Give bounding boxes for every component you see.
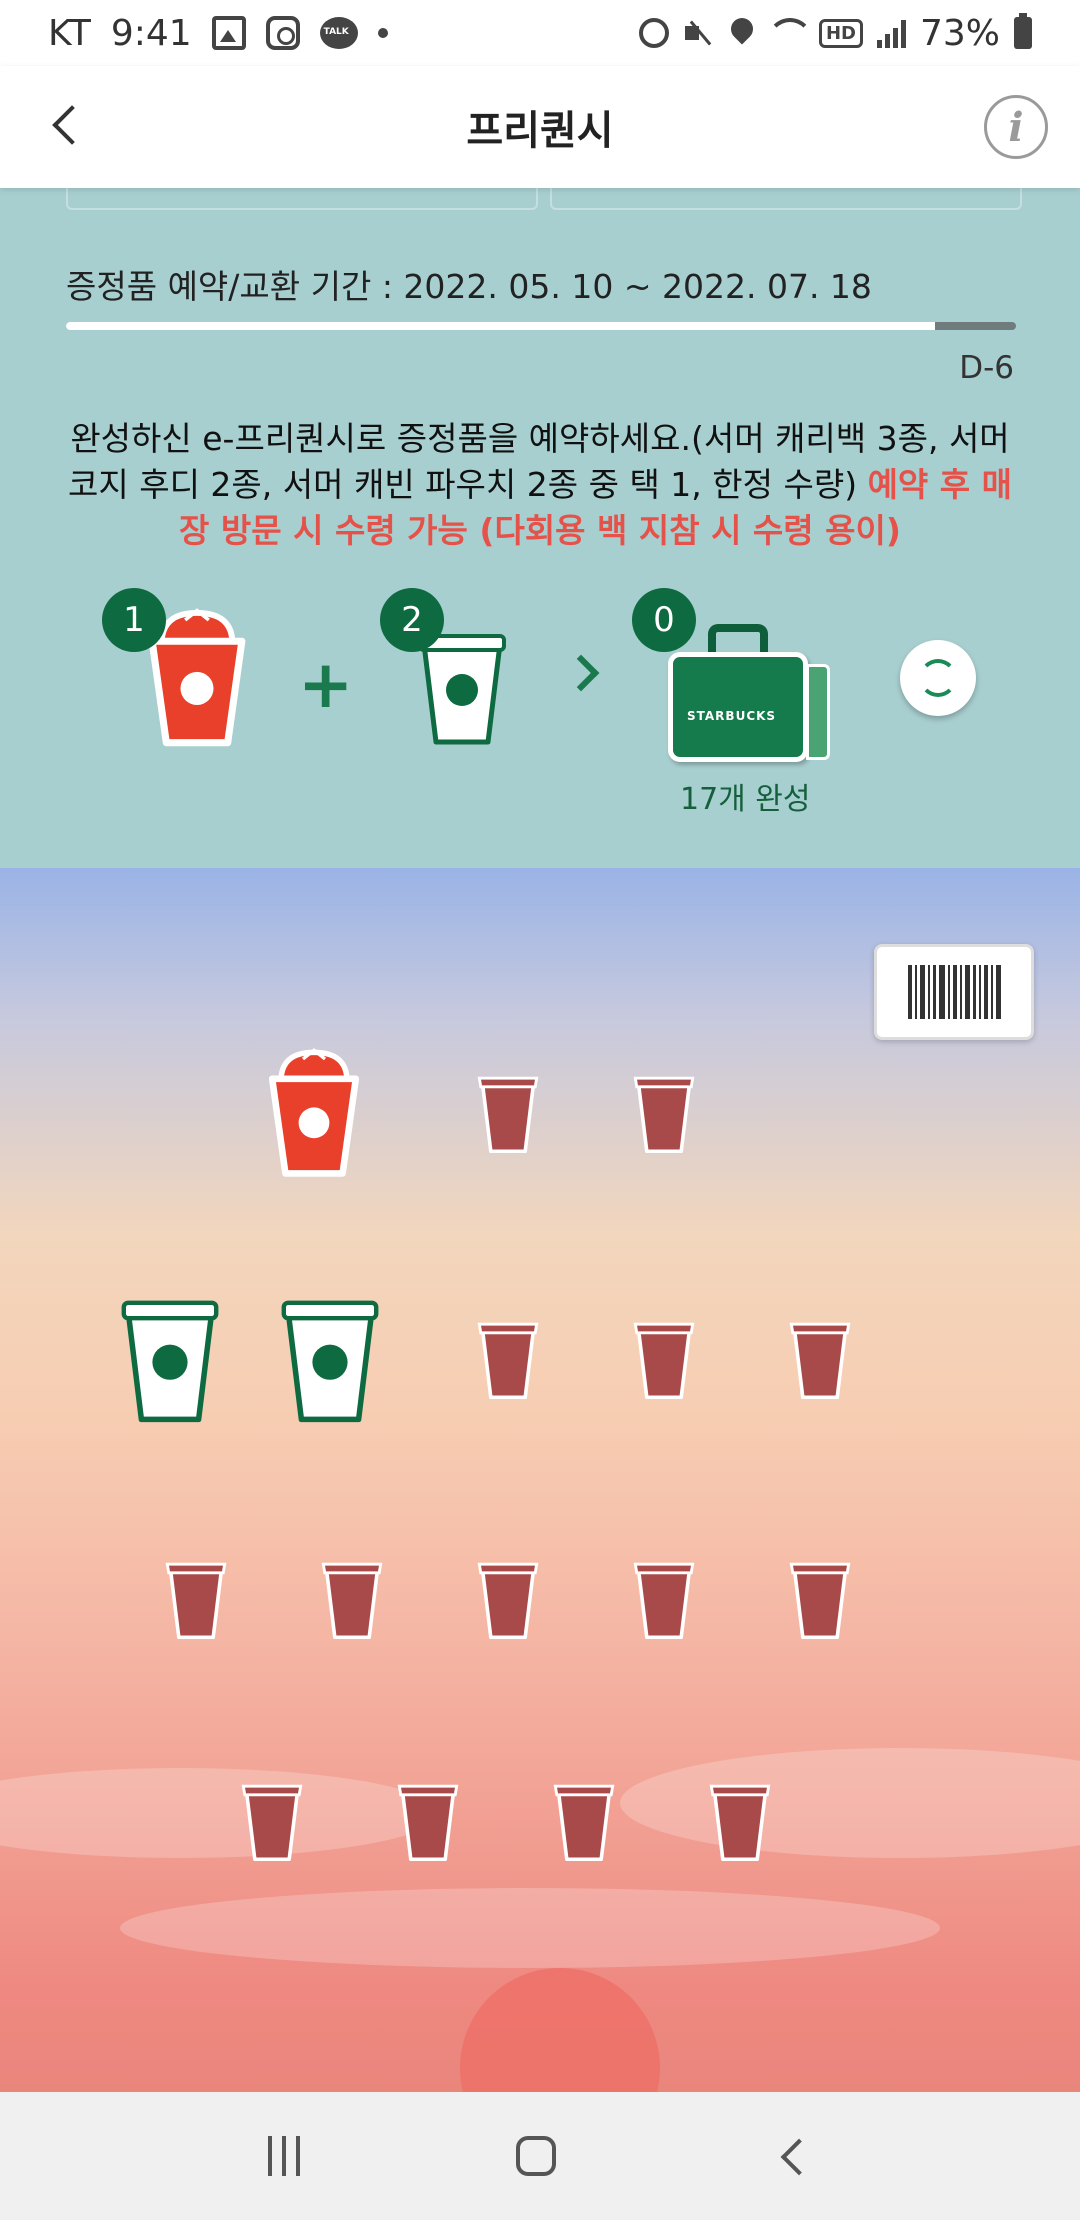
clock: 9:41 [110,12,192,54]
stamp-empty-cup [316,1557,388,1643]
location-icon [731,18,753,48]
tab-stub-left[interactable] [66,188,538,210]
stamp-empty-cup [548,1779,620,1865]
stamp-empty-cup [236,1779,308,1865]
stamp-empty-cup [628,1071,700,1157]
nav-back-icon[interactable] [772,2136,812,2176]
stamp-empty-cup [160,1557,232,1643]
reservation-description: 완성하신 e-프리퀀시로 증정품을 예약하세요.(서머 캐리백 3종, 서머 코… [62,416,1018,554]
mute-icon [683,16,717,50]
nav-recent-icon[interactable] [268,2136,300,2176]
d-day-label: D-6 [959,350,1014,386]
stamp-empty-cup [628,1557,700,1643]
plus-icon: + [298,646,354,723]
nav-home-icon[interactable] [516,2136,556,2176]
stamp-green-cup [115,1294,225,1426]
bag-brand: STARBUCKS [687,709,777,723]
status-right: HD 73% [638,12,1032,54]
signal-icon [876,18,906,48]
bag-count-badge: 0 [632,588,696,652]
back-button[interactable] [40,99,96,155]
tab-stubs [66,188,1022,210]
stamp-empty-cup [704,1779,776,1865]
page-title: 프리퀀시 [466,108,614,154]
stamp-empty-cup [784,1557,856,1643]
stamp-empty-cup [628,1317,700,1403]
stamp-green-cup [275,1294,385,1426]
battery-percent: 73% [919,12,1000,54]
dot-icon [377,28,388,38]
alarm-icon [638,18,669,48]
stamp-empty-cup [392,1779,464,1865]
app-header: 프리퀀시 i [0,66,1080,188]
green-cup-count-badge: 2 [380,588,444,652]
battery-icon [1014,13,1032,49]
kakaotalk-icon [319,17,358,49]
completed-count-label: 17개 완성 [680,782,811,817]
barcode-button[interactable] [874,944,1034,1040]
refresh-button[interactable] [900,640,976,716]
combo-summary: 1 + 2 0 STARBUCKS 17개 완성 [0,588,1080,848]
period-progress-fill [66,322,936,330]
stamp-red-cup [259,1048,369,1180]
chevron-right-icon [566,654,606,694]
frequency-info-panel: 증정품 예약/교환 기간 : 2022. 05. 10 ~ 2022. 07. … [0,188,1080,868]
status-left: KT 9:41 [48,13,388,54]
reservation-period: 증정품 예약/교환 기간 : 2022. 05. 10 ~ 2022. 07. … [66,267,872,306]
carry-bag-icon: STARBUCKS [668,624,830,764]
system-nav-bar [0,2092,1080,2220]
period-progress-bar [66,322,1016,330]
tab-stub-right[interactable] [550,188,1022,210]
info-button[interactable]: i [984,95,1048,159]
wifi-icon [766,18,813,48]
info-icon: i [1008,103,1024,151]
stamp-empty-cup [472,1071,544,1157]
sun-graphic [460,1968,660,2092]
hd-icon: HD [818,18,863,48]
red-cup-count-badge: 1 [102,588,166,652]
status-bar: KT 9:41 HD 73% [0,0,1080,66]
instagram-icon [265,16,300,50]
stamp-empty-cup [784,1317,856,1403]
barcode-icon [907,965,1001,1019]
stamp-empty-cup [472,1557,544,1643]
carrier-label: KT [48,12,91,54]
stamp-empty-cup [472,1317,544,1403]
stamp-board-background [0,868,1080,2092]
image-icon [211,16,246,50]
